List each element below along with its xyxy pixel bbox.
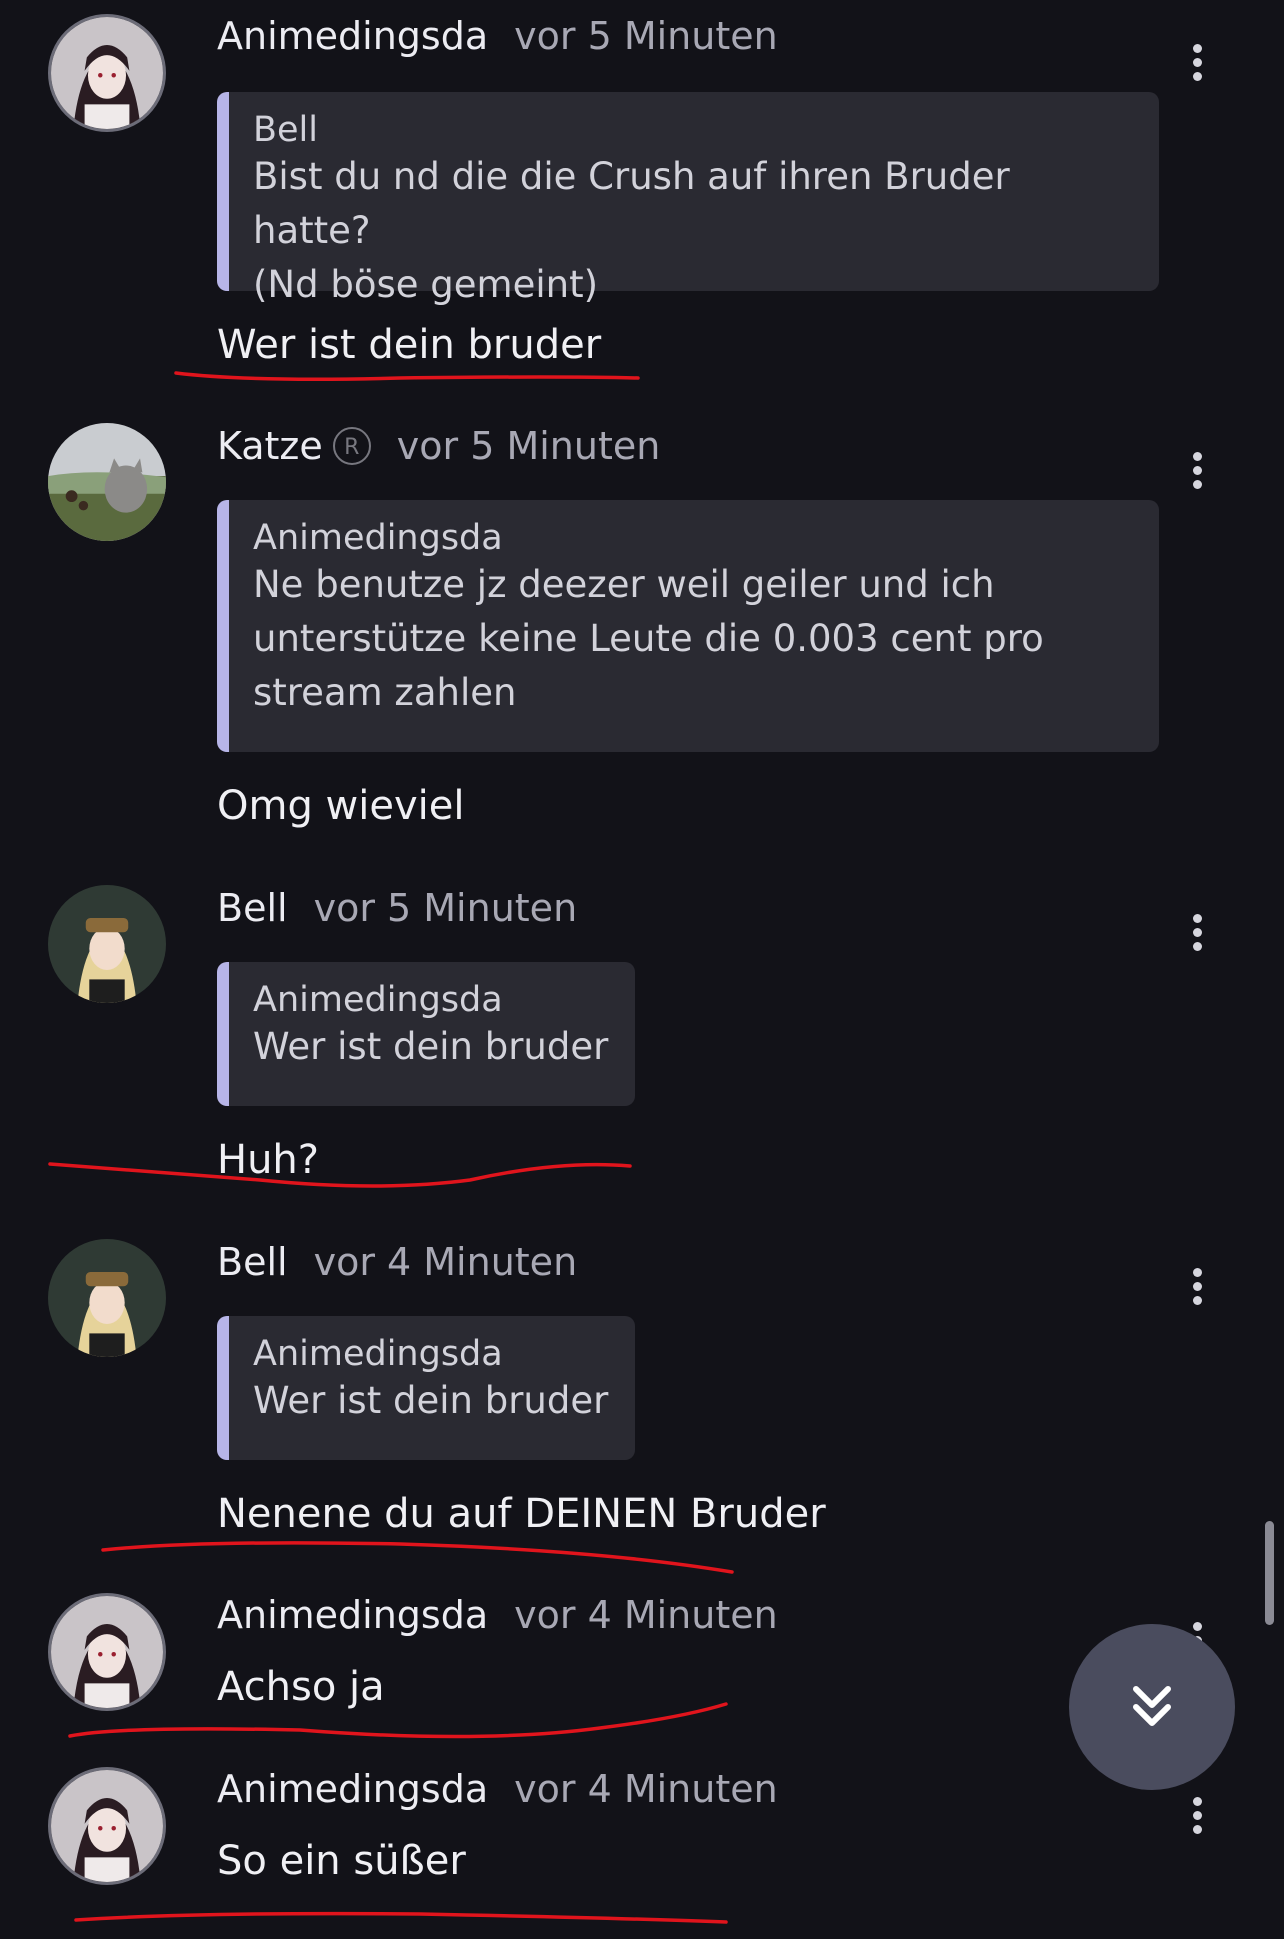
author-name[interactable]: Animedingsda: [217, 1767, 488, 1811]
avatar-bell[interactable]: [48, 1239, 166, 1357]
quoted-reply[interactable]: Animedingsda Wer ist dein bruder: [217, 1316, 635, 1460]
more-vert-icon[interactable]: [1185, 1797, 1209, 1839]
quote-line: Bist du nd die die Crush auf ihren Brude…: [253, 155, 1010, 252]
message-header: Animedingsda vor 5 Minuten: [217, 14, 778, 58]
message-header: Katze R vor 5 Minuten: [217, 424, 660, 468]
more-vert-icon[interactable]: [1185, 914, 1209, 956]
quote-line: Wer ist dein bruder: [253, 1025, 609, 1068]
timestamp: vor 5 Minuten: [313, 886, 578, 930]
avatar-bell[interactable]: [48, 885, 166, 1003]
quoted-reply[interactable]: Animedingsda Ne benutze jz deezer weil g…: [217, 500, 1159, 752]
message-text: Wer ist dein bruder: [217, 322, 602, 368]
timestamp: vor 4 Minuten: [514, 1767, 778, 1811]
underline-stroke: [48, 1162, 632, 1188]
message-text: Huh?: [217, 1137, 320, 1183]
author-name[interactable]: Bell: [217, 1240, 288, 1284]
quote-author: Bell: [253, 110, 318, 150]
quoted-reply[interactable]: Bell Bist du nd die die Crush auf ihren …: [217, 92, 1159, 306]
message-text: Nenene du auf DEINEN Bruder: [217, 1491, 826, 1537]
message-text: Achso ja: [217, 1664, 385, 1710]
quote-line: unterstütze keine Leute die 0.003 cent p…: [253, 617, 1044, 660]
quote-author: Animedingsda: [253, 1334, 503, 1374]
quote-author: Animedingsda: [253, 518, 503, 558]
underline-stroke: [74, 1911, 728, 1924]
avatar-katze[interactable]: [48, 423, 166, 541]
quote-author: Animedingsda: [253, 980, 503, 1020]
avatar-animedingsda[interactable]: [48, 14, 166, 132]
author-name[interactable]: Animedingsda: [217, 1593, 488, 1637]
quote-line: (Nd böse gemeint): [253, 263, 599, 306]
author-name[interactable]: Animedingsda: [217, 14, 488, 58]
quoted-reply[interactable]: Animedingsda Wer ist dein bruder: [217, 962, 635, 1106]
timestamp: vor 4 Minuten: [313, 1240, 578, 1284]
registered-icon: R: [332, 427, 371, 465]
underline-stroke: [174, 371, 640, 381]
quote-line: Wer ist dein bruder: [253, 1379, 609, 1422]
message-text: So ein süßer: [217, 1838, 466, 1884]
author-name[interactable]: Katze: [217, 424, 323, 468]
message-header: Bell vor 5 Minuten: [217, 886, 577, 930]
underline-stroke: [68, 1702, 728, 1739]
author-name[interactable]: Bell: [217, 886, 288, 930]
timestamp: vor 5 Minuten: [514, 14, 778, 58]
scrollbar-thumb[interactable]: [1265, 1521, 1274, 1625]
timestamp: vor 4 Minuten: [514, 1593, 778, 1637]
more-vert-icon[interactable]: [1185, 1268, 1209, 1310]
message-header: Animedingsda vor 4 Minuten: [217, 1767, 778, 1811]
double-chevron-down-icon: [1133, 1686, 1171, 1726]
quote-line: Ne benutze jz deezer weil geiler und ich: [253, 563, 995, 606]
scroll-to-bottom-button[interactable]: [1069, 1624, 1235, 1790]
more-vert-icon[interactable]: [1185, 452, 1209, 494]
message-text: Omg wieviel: [217, 783, 465, 829]
message-header: Bell vor 4 Minuten: [217, 1240, 577, 1284]
quote-line: stream zahlen: [253, 671, 517, 714]
more-vert-icon[interactable]: [1185, 44, 1209, 86]
message-header: Animedingsda vor 4 Minuten: [217, 1593, 778, 1637]
underline-stroke: [101, 1541, 734, 1574]
timestamp: vor 5 Minuten: [396, 424, 661, 468]
avatar-animedingsda[interactable]: [48, 1593, 166, 1711]
avatar-animedingsda[interactable]: [48, 1767, 166, 1885]
